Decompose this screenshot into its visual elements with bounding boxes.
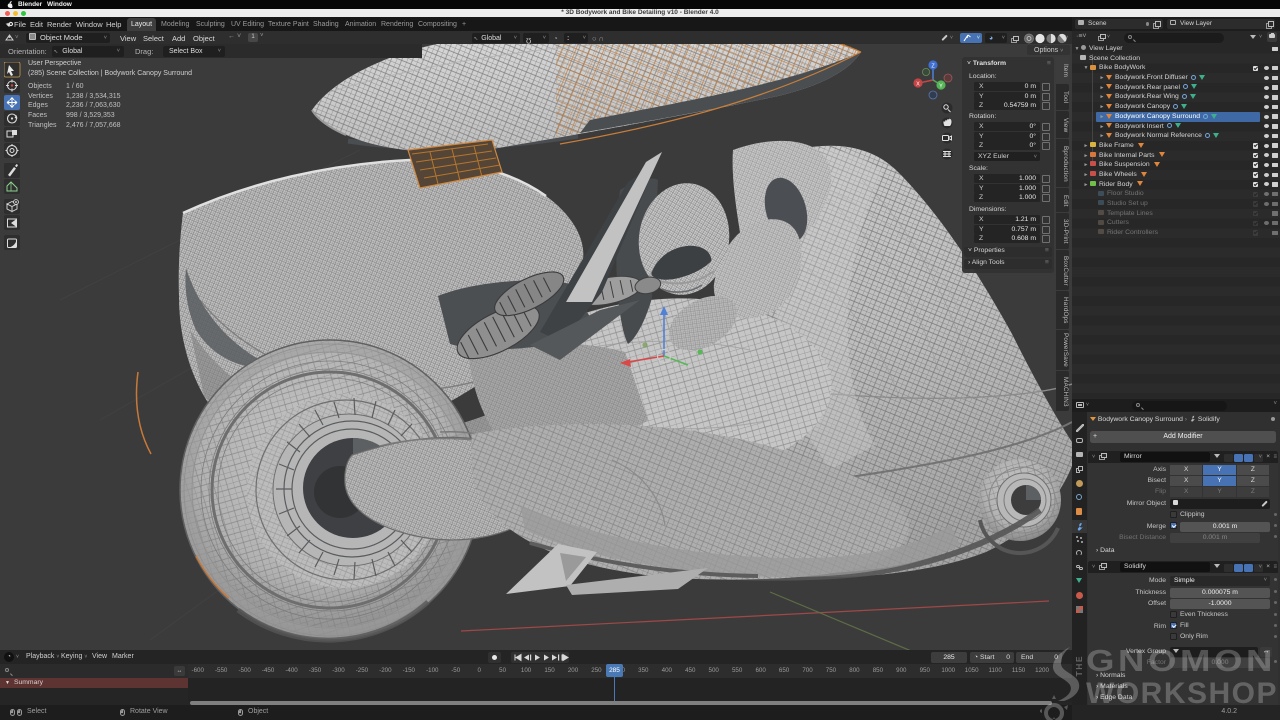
svg-text:X: X <box>916 81 920 87</box>
svg-text:Y: Y <box>939 83 943 89</box>
